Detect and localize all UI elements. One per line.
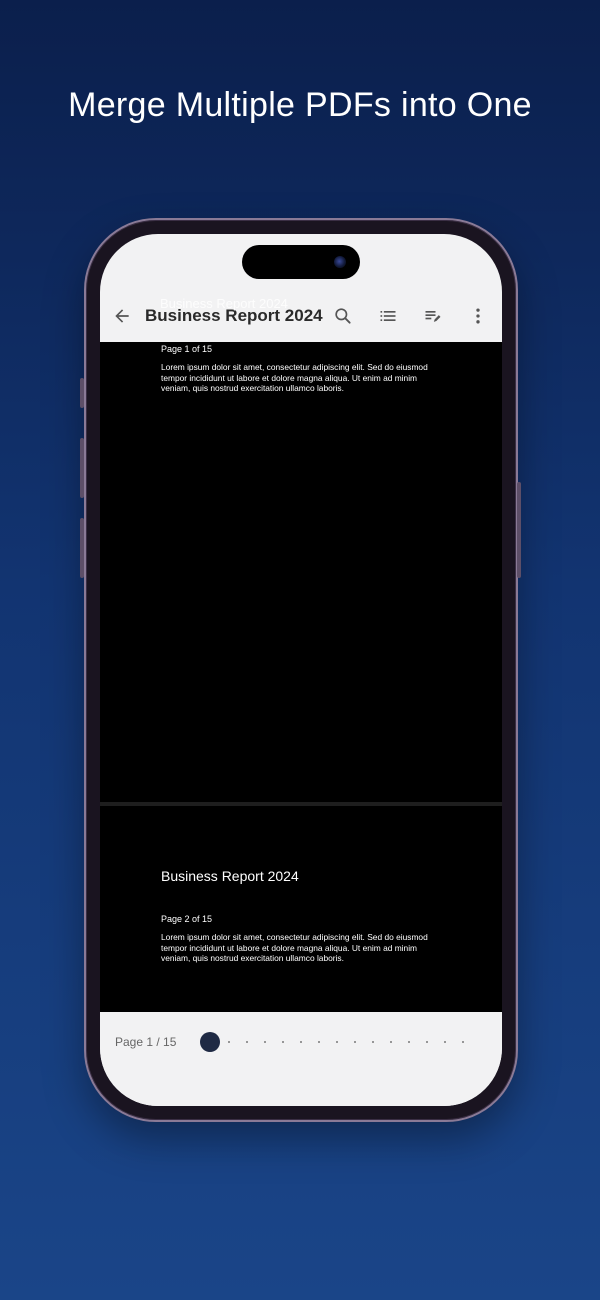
page-heading: Business Report 2024	[161, 868, 299, 884]
more-vert-icon	[476, 308, 480, 324]
promo-headline: Merge Multiple PDFs into One	[68, 86, 532, 124]
page-label: Page 2 of 15	[161, 914, 213, 924]
page-tick	[318, 1041, 320, 1043]
page-tick	[426, 1041, 428, 1043]
phone-screen: Business Report 2024 Business Report 202…	[100, 234, 502, 1106]
page-counter: Page 1 / 15	[115, 1035, 177, 1049]
pdf-viewer[interactable]: Page 1 of 15 Lorem ipsum dolor sit amet,…	[100, 342, 502, 1012]
page-tick	[354, 1041, 356, 1043]
page-tick	[282, 1041, 284, 1043]
ghost-title: Business Report 2024	[160, 296, 288, 311]
dynamic-island	[242, 245, 360, 279]
action-button	[80, 378, 84, 408]
page-tick	[444, 1041, 446, 1043]
page-tick	[246, 1041, 248, 1043]
page-paragraph: Lorem ipsum dolor sit amet, consectetur …	[161, 362, 428, 393]
outline-button[interactable]	[374, 302, 402, 330]
search-icon	[335, 308, 351, 324]
back-button[interactable]	[108, 302, 136, 330]
more-button[interactable]	[464, 302, 492, 330]
page-label: Page 1 of 15	[161, 344, 213, 354]
page-tick	[462, 1041, 464, 1043]
volume-down-button	[80, 518, 84, 578]
page-tick	[300, 1041, 302, 1043]
page-tick	[336, 1041, 338, 1043]
volume-up-button	[80, 438, 84, 498]
list-icon	[380, 311, 396, 321]
page-divider	[100, 802, 502, 806]
edit-button[interactable]	[419, 302, 447, 330]
power-button	[517, 482, 521, 578]
edit-note-icon	[425, 311, 441, 322]
page-slider[interactable]	[200, 1032, 470, 1052]
page-tick	[264, 1041, 266, 1043]
page-tick	[228, 1041, 230, 1043]
page-tick	[390, 1041, 392, 1043]
search-button[interactable]	[329, 302, 357, 330]
camera-icon	[334, 256, 346, 268]
bottom-bar: Page 1 / 15	[100, 1012, 502, 1106]
page-tick	[372, 1041, 374, 1043]
back-arrow-icon	[115, 309, 129, 323]
slider-thumb[interactable]	[200, 1032, 220, 1052]
page-tick	[408, 1041, 410, 1043]
page-paragraph: Lorem ipsum dolor sit amet, consectetur …	[161, 932, 428, 963]
